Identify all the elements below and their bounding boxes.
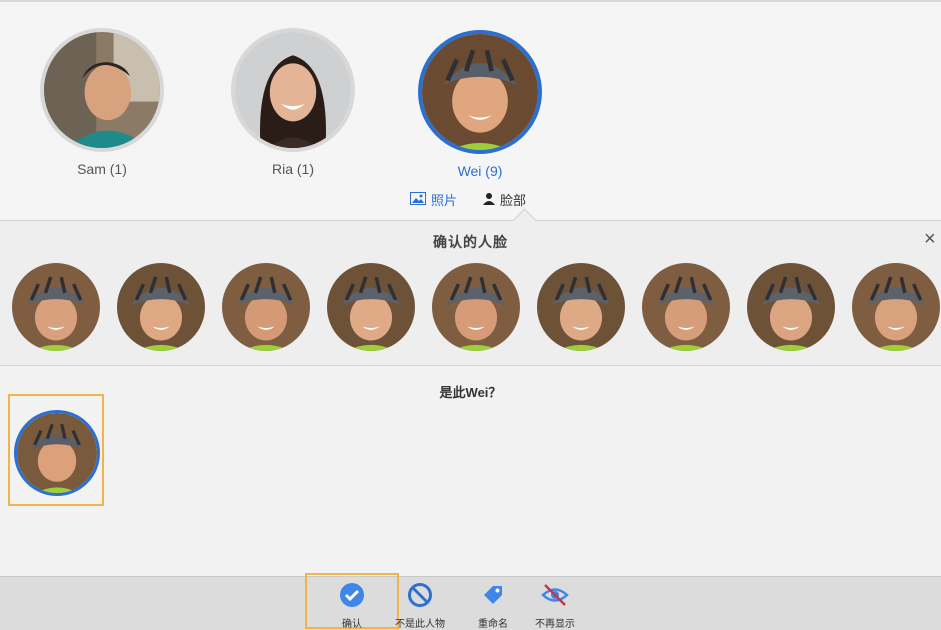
face-photo <box>222 263 310 351</box>
person-wei[interactable]: Wei (9) <box>418 30 542 179</box>
face-photo <box>852 263 940 351</box>
view-tabs: 照片 脸部 <box>410 190 526 209</box>
rename-label: 重命名 <box>478 619 508 630</box>
confirmed-face[interactable] <box>222 263 310 351</box>
confirmed-faces-title: 确认的人脸 <box>433 234 508 250</box>
face-photo <box>12 263 100 351</box>
person-sam[interactable]: Sam (1) <box>40 28 164 177</box>
candidate-photo <box>17 413 97 493</box>
confirmed-face[interactable] <box>642 263 730 351</box>
person-name: Wei (9) <box>457 163 503 179</box>
bottom-toolbar: 确认 不是此人物 重命名 不再显示 <box>0 573 941 630</box>
checkmark-icon <box>338 581 366 609</box>
people-strip: Sam (1) Ria (1) Wei (9) 照片 脸部 <box>0 0 941 220</box>
tab-photos-label: 照片 <box>431 193 458 208</box>
confirmed-face[interactable] <box>747 263 835 351</box>
tag-icon <box>479 581 507 609</box>
confirm-label: 确认 <box>342 619 362 630</box>
rename-button[interactable]: 重命名 <box>463 581 523 630</box>
tab-faces[interactable]: 脸部 <box>483 190 526 209</box>
face-photo <box>642 263 730 351</box>
candidate-face[interactable] <box>14 410 100 496</box>
wei-photo <box>422 34 538 150</box>
face-photo <box>327 263 415 351</box>
close-button[interactable]: × <box>924 228 936 251</box>
confirm-button[interactable]: 确认 <box>322 581 382 630</box>
person-icon <box>483 192 496 208</box>
face-photo <box>537 263 625 351</box>
sam-photo <box>44 32 160 148</box>
confirmed-face[interactable] <box>852 263 940 351</box>
hide-label: 不再显示 <box>535 619 575 630</box>
avatar[interactable] <box>40 28 164 152</box>
person-name: Sam (1) <box>77 161 127 177</box>
confirmed-face[interactable] <box>537 263 625 351</box>
confirmed-faces-panel: 确认的人脸 × <box>0 208 941 366</box>
tab-faces-label: 脸部 <box>500 193 527 208</box>
tab-photos[interactable]: 照片 <box>410 190 457 209</box>
photo-icon <box>410 191 426 208</box>
ria-photo <box>235 32 351 148</box>
suggestion-panel: 是此Wei？ <box>0 366 941 576</box>
candidate-highlight <box>8 394 104 506</box>
confirmed-face[interactable] <box>327 263 415 351</box>
face-photo <box>747 263 835 351</box>
person-name: Ria (1) <box>271 161 314 177</box>
eye-hidden-icon <box>541 581 569 609</box>
suggestion-title: 是此Wei？ <box>439 385 502 400</box>
not-this-person-label: 不是此人物 <box>395 619 445 630</box>
hide-button[interactable]: 不再显示 <box>525 581 585 630</box>
avatar[interactable] <box>231 28 355 152</box>
face-photo <box>117 263 205 351</box>
face-photo <box>432 263 520 351</box>
avatar-selected[interactable] <box>418 30 542 154</box>
person-ria[interactable]: Ria (1) <box>231 28 355 177</box>
confirmed-face[interactable] <box>432 263 520 351</box>
block-icon <box>406 581 434 609</box>
confirmed-face[interactable] <box>117 263 205 351</box>
confirmed-face[interactable] <box>12 263 100 351</box>
not-this-person-button[interactable]: 不是此人物 <box>390 581 450 630</box>
